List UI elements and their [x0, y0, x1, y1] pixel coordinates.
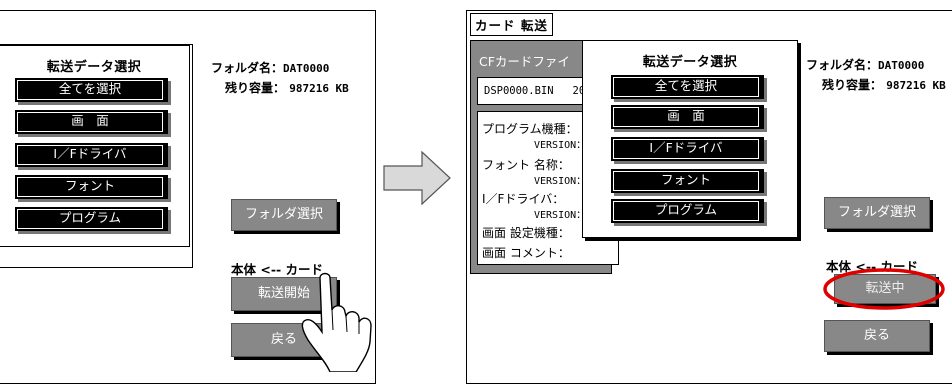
right-font-button[interactable]: フォント — [611, 169, 764, 193]
transition-arrow-icon — [383, 150, 451, 206]
cf-file-name: DSP0000.BIN — [484, 85, 554, 97]
right-remaining-capacity-value: 987216 KB — [886, 79, 946, 92]
info-if-version: VERSION： — [534, 210, 587, 221]
left-dialog-title: 転送データ選択 — [46, 60, 142, 75]
select-all-button[interactable]: 全てを選択 — [15, 78, 168, 102]
folder-name-label: フォルダ名：DAT0000 — [211, 61, 330, 75]
right-screen-button[interactable]: 画 面 — [611, 105, 764, 129]
right-dialog-title: 転送データ選択 — [642, 55, 738, 70]
right-if-driver-button[interactable]: I／Fドライバ — [611, 137, 764, 161]
pointing-hand-icon — [301, 272, 372, 372]
if-driver-button[interactable]: I／Fドライバ — [15, 143, 168, 167]
card-transfer-tab[interactable]: カード 転送 — [470, 13, 553, 36]
info-font-version: VERSION： — [534, 176, 587, 187]
left-select-panel: 転送データ選択 全てを選択 画 面 I／Fドライバ フォント プログラム — [0, 45, 190, 247]
remaining-capacity-value: 987216 KB — [289, 82, 349, 95]
right-select-all-button[interactable]: 全てを選択 — [611, 75, 764, 99]
info-program-version: VERSION： — [534, 140, 587, 151]
folder-select-button[interactable]: フォルダ選択 — [231, 199, 337, 231]
screen-button[interactable]: 画 面 — [15, 110, 168, 134]
highlight-circle-icon — [823, 268, 945, 310]
right-folder-name-value: DAT0000 — [878, 59, 925, 72]
info-screen-comment: 画面 コメント： — [482, 246, 570, 260]
font-button[interactable]: フォント — [15, 175, 168, 199]
right-program-button[interactable]: プログラム — [611, 199, 764, 223]
info-program-model: プログラム機種： — [482, 122, 578, 136]
right-folder-select-button[interactable]: フォルダ選択 — [824, 197, 930, 229]
folder-name-value: DAT0000 — [283, 62, 330, 75]
cf-panel-title: CFカードファイ — [479, 54, 570, 69]
right-back-button[interactable]: 戻る — [824, 320, 930, 352]
info-if-driver: I／Fドライバ： — [482, 192, 565, 206]
left-transfer-dialog: 転送データ選択 全てを選択 画 面 I／Fドライバ フォント プログラム — [0, 44, 193, 268]
info-font-name: フォント 名称： — [482, 158, 570, 172]
remaining-capacity-label: 残り容量： 987216 KB — [225, 81, 349, 95]
program-button[interactable]: プログラム — [15, 207, 168, 231]
right-select-panel: 転送データ選択 全てを選択 画 面 I／Fドライバ フォント プログラム — [582, 40, 798, 238]
right-folder-name-label: フォルダ名：DAT0000 — [806, 58, 925, 72]
info-screen-model: 画面 設定機種： — [482, 226, 570, 240]
right-remaining-capacity-label: 残り容量： 987216 KB — [822, 78, 946, 92]
